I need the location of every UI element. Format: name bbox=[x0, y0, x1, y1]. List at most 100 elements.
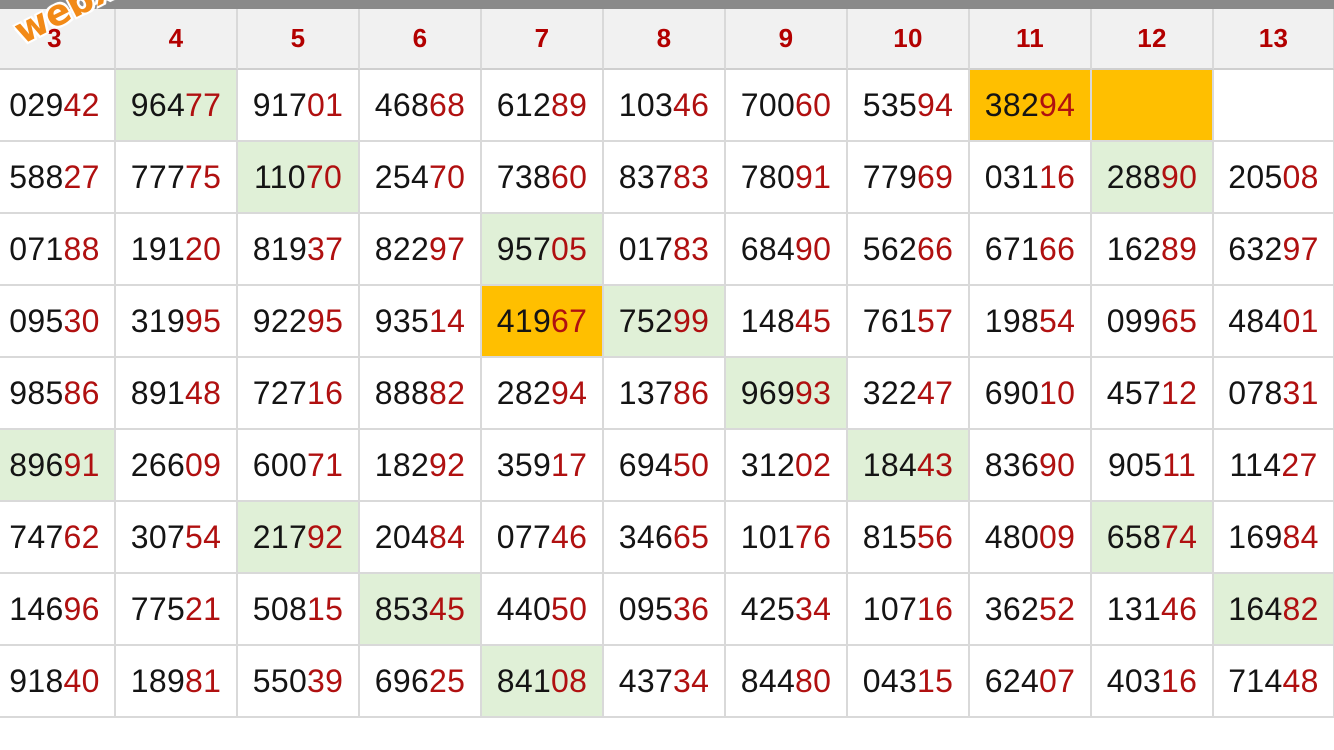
number-tail-digits: 90 bbox=[1039, 446, 1076, 483]
number-cell: 137 86 bbox=[604, 358, 726, 430]
number-cell: 822 97 bbox=[360, 214, 482, 286]
number-head-digits: 738 bbox=[496, 158, 552, 195]
number-head-digits: 918 bbox=[9, 662, 64, 699]
number-tail-digits: 60 bbox=[551, 158, 588, 195]
number-head-digits: 694 bbox=[618, 446, 674, 483]
number-tail-digits: 82 bbox=[429, 374, 466, 411]
number-head-digits: 891 bbox=[130, 374, 186, 411]
number-cell: 632 97 bbox=[1214, 214, 1334, 286]
number-cell: 169 84 bbox=[1214, 502, 1334, 574]
number-head-digits: 969 bbox=[740, 374, 796, 411]
number-tail-digits: 91 bbox=[63, 446, 100, 483]
column-header: 4 bbox=[116, 9, 238, 70]
number-tail-digits: 27 bbox=[1281, 446, 1318, 483]
number-cell: 164 82 bbox=[1214, 574, 1334, 646]
number-head-digits: 550 bbox=[252, 662, 308, 699]
number-head-digits: 853 bbox=[374, 590, 430, 627]
number-cell: 403 16 bbox=[1092, 646, 1214, 718]
number-tail-digits: 27 bbox=[63, 158, 100, 195]
number-head-digits: 562 bbox=[862, 230, 918, 267]
number-head-digits: 319 bbox=[130, 302, 186, 339]
column-header: 8 bbox=[604, 9, 726, 70]
number-head-digits: 440 bbox=[496, 590, 552, 627]
number-head-digits: 600 bbox=[252, 446, 308, 483]
number-tail-digits: 12 bbox=[1161, 374, 1198, 411]
number-head-digits: 761 bbox=[862, 302, 918, 339]
number-tail-digits: 86 bbox=[673, 374, 710, 411]
number-tail-digits: 96 bbox=[63, 590, 100, 627]
number-tail-digits: 07 bbox=[1039, 662, 1076, 699]
number-tail-digits: 46 bbox=[673, 86, 710, 123]
number-head-digits: 819 bbox=[252, 230, 308, 267]
number-head-digits: 468 bbox=[374, 86, 430, 123]
number-head-digits: 382 bbox=[984, 86, 1040, 123]
number-tail-digits: 10 bbox=[1039, 374, 1076, 411]
number-head-digits: 480 bbox=[984, 518, 1040, 555]
number-tail-digits: 16 bbox=[1039, 158, 1076, 195]
number-head-digits: 103 bbox=[618, 86, 674, 123]
number-cell: 148 45 bbox=[726, 286, 848, 358]
number-cell: 131 46 bbox=[1092, 574, 1214, 646]
number-tail-digits: 31 bbox=[1282, 374, 1319, 411]
number-head-digits: 266 bbox=[130, 446, 186, 483]
column-header: 12 bbox=[1092, 9, 1214, 70]
number-tail-digits: 94 bbox=[1039, 86, 1076, 123]
number-tail-digits: 47 bbox=[917, 374, 954, 411]
number-cell: 031 16 bbox=[970, 142, 1092, 214]
number-head-digits: 484 bbox=[1228, 302, 1283, 339]
number-tail-digits: 95 bbox=[307, 302, 344, 339]
number-tail-digits: 75 bbox=[185, 158, 222, 195]
number-cell: 853 45 bbox=[360, 574, 482, 646]
column-header: 13 bbox=[1214, 9, 1334, 70]
number-cell: 103 46 bbox=[604, 70, 726, 142]
number-head-digits: 254 bbox=[374, 158, 430, 195]
number-cell: 382 94 bbox=[970, 70, 1092, 142]
number-head-digits: 888 bbox=[374, 374, 430, 411]
number-cell: 480 09 bbox=[970, 502, 1092, 574]
number-cell: 468 68 bbox=[360, 70, 482, 142]
number-tail-digits: 16 bbox=[307, 374, 344, 411]
number-cell: 700 60 bbox=[726, 70, 848, 142]
number-tail-digits: 16 bbox=[1161, 662, 1198, 699]
number-head-digits: 612 bbox=[496, 86, 552, 123]
number-tail-digits: 11 bbox=[1162, 446, 1197, 483]
number-cell bbox=[1214, 70, 1334, 142]
number-tail-digits: 86 bbox=[63, 374, 100, 411]
number-tail-digits: 70 bbox=[305, 158, 343, 195]
number-cell: 204 84 bbox=[360, 502, 482, 574]
number-cell: 189 81 bbox=[116, 646, 238, 718]
number-head-digits: 922 bbox=[252, 302, 308, 339]
number-cell: 029 42 bbox=[0, 70, 116, 142]
number-cell: 819 37 bbox=[238, 214, 360, 286]
number-head-digits: 189 bbox=[130, 662, 186, 699]
number-cell: 457 12 bbox=[1092, 358, 1214, 430]
number-head-digits: 747 bbox=[9, 518, 64, 555]
number-head-digits: 690 bbox=[984, 374, 1040, 411]
number-head-digits: 841 bbox=[496, 662, 552, 699]
number-tail-digits: 90 bbox=[1161, 158, 1198, 195]
number-tail-digits: 01 bbox=[1282, 302, 1319, 339]
number-head-digits: 204 bbox=[374, 518, 430, 555]
number-cell: 727 16 bbox=[238, 358, 360, 430]
number-cell: 780 91 bbox=[726, 142, 848, 214]
table-row: 095 30 319 95 922 95 935 14 419 67 752 99 148 45 761 57… bbox=[0, 286, 1334, 358]
number-head-digits: 775 bbox=[130, 590, 186, 627]
number-cell: 550 39 bbox=[238, 646, 360, 718]
number-head-digits: 836 bbox=[984, 446, 1040, 483]
number-tail-digits: 54 bbox=[185, 518, 222, 555]
number-head-digits: 184 bbox=[862, 446, 918, 483]
number-head-digits: 624 bbox=[984, 662, 1040, 699]
number-tail-digits: 50 bbox=[673, 446, 710, 483]
number-tail-digits: 36 bbox=[673, 590, 710, 627]
number-head-digits: 101 bbox=[740, 518, 796, 555]
number-cell: 288 90 bbox=[1092, 142, 1214, 214]
number-head-digits: 322 bbox=[862, 374, 918, 411]
column-header: 9 bbox=[726, 9, 848, 70]
number-head-digits: 114 bbox=[1229, 446, 1282, 483]
number-head-digits: 110 bbox=[253, 158, 306, 195]
number-head-digits: 099 bbox=[1106, 302, 1162, 339]
number-head-digits: 131 bbox=[1106, 590, 1162, 627]
number-cell: 043 15 bbox=[848, 646, 970, 718]
number-head-digits: 815 bbox=[862, 518, 918, 555]
number-tail-digits: 93 bbox=[795, 374, 832, 411]
